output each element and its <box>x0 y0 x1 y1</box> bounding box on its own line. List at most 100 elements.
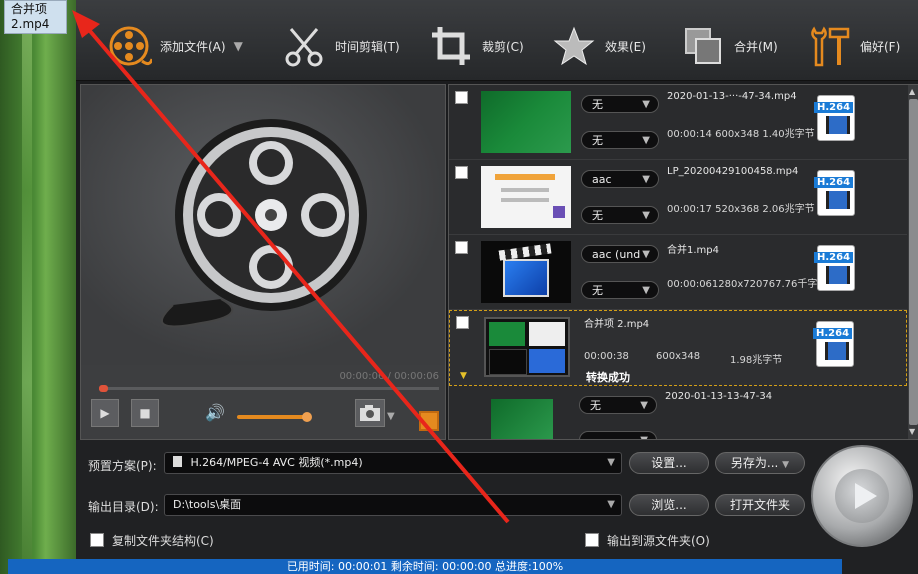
codec-label: H.264 <box>814 252 854 263</box>
preset-label: 预置方案(P): <box>88 459 157 473</box>
file-size: 1.98兆字节 <box>730 355 783 366</box>
effects-button[interactable]: 效果(E) <box>551 22 646 70</box>
add-file-button[interactable]: 添加文件(A) ▼ <box>106 22 243 70</box>
scrollbar-thumb[interactable] <box>909 99 918 425</box>
audio-dropdown[interactable]: aac (und <box>581 245 659 264</box>
file-name: 2020-01-13-···-47-34.mp4 <box>667 91 797 102</box>
save-as-label: 另存为... <box>730 456 779 470</box>
play-icon <box>855 483 877 509</box>
merge-button[interactable]: 合并(M) <box>680 22 778 70</box>
list-item[interactable]: 无 无 2020-01-13-···-47-34.mp4 00:00:14 60… <box>449 85 907 160</box>
video-thumbnail <box>481 241 571 303</box>
file-info: 00:00:17 520x368 2.06兆字节 <box>667 204 815 215</box>
file-name: 合并项 2.mp4 <box>584 319 650 330</box>
audio-dropdown[interactable]: 无 <box>581 95 659 114</box>
list-item[interactable]: aac (und 无 合并1.mp4 00:00:061280x720767.7… <box>449 235 907 310</box>
merge-icon <box>680 23 726 69</box>
playback-time: 00:00:06 / 00:00:06 <box>339 371 439 382</box>
snapshot-button[interactable] <box>355 399 385 427</box>
star-icon <box>551 23 597 69</box>
settings-button[interactable]: 设置... <box>629 452 709 474</box>
list-item[interactable]: 无 2020-01-13-13-47-34 <box>449 387 907 439</box>
codec-badge[interactable]: H.264 <box>814 95 855 141</box>
chevron-down-icon[interactable]: ▼ <box>607 495 615 515</box>
browse-button[interactable]: 浏览... <box>629 494 709 516</box>
crop-label: 裁剪(C) <box>482 39 524 54</box>
list-scrollbar[interactable]: ▲ ▼ <box>908 85 918 439</box>
seek-bar[interactable] <box>99 385 439 392</box>
row-checkbox[interactable] <box>455 166 468 179</box>
toolbar: 添加文件(A) ▼ 时间剪辑(T) 裁剪(C) 效果(E) 合并(M) 偏好(F… <box>76 0 918 81</box>
output-dir-input[interactable]: D:\tools\桌面 ▼ <box>164 494 622 516</box>
copy-structure-label: 复制文件夹结构(C) <box>112 534 214 548</box>
file-name: 合并1.mp4 <box>667 245 719 256</box>
status-bar: 已用时间: 00:00:01 剩余时间: 00:00:00 总进度:100% <box>8 559 842 574</box>
output-to-source-label: 输出到源文件夹(O) <box>607 534 710 548</box>
volume-slider[interactable] <box>237 412 312 422</box>
play-icon: ▶ <box>100 406 110 420</box>
volume-handle[interactable] <box>302 412 312 422</box>
list-item-selected[interactable]: 合并项 2.mp4 00:00:38 600x348 1.98兆字节 转换成功 … <box>449 310 907 386</box>
fullscreen-icon[interactable] <box>419 411 439 431</box>
film-icon <box>826 116 850 134</box>
chevron-down-icon[interactable]: ▼ <box>607 453 615 473</box>
file-name: LP_20200429100458.mp4 <box>667 166 799 177</box>
scroll-down-icon[interactable]: ▼ <box>909 427 915 436</box>
subtitle-dropdown[interactable] <box>579 431 657 439</box>
desktop-background: 合并项 2.mp4 <box>0 0 76 574</box>
trim-label: 时间剪辑(T) <box>335 39 400 54</box>
trim-button[interactable]: 时间剪辑(T) <box>281 22 400 70</box>
row-checkbox[interactable] <box>455 91 468 104</box>
chevron-down-icon[interactable]: ▼ <box>234 39 243 53</box>
preferences-button[interactable]: 偏好(F) <box>806 22 900 70</box>
preview-panel: 00:00:06 / 00:00:06 ▶ ■ 🔊 ▼ <box>80 84 446 440</box>
preview-screen <box>81 85 445 365</box>
codec-badge[interactable]: H.264 <box>813 321 854 367</box>
file-label-line2: 2.mp4 <box>11 17 50 31</box>
subtitle-dropdown[interactable]: 无 <box>581 206 659 225</box>
codec-label: H.264 <box>814 102 854 113</box>
audio-dropdown[interactable]: aac <box>581 170 659 189</box>
save-as-button[interactable]: 另存为... ▼ <box>715 452 805 474</box>
output-settings: 预置方案(P): H.264/MPEG-4 AVC 视频(*.mp4) ▼ 设置… <box>76 440 918 574</box>
codec-label: H.264 <box>813 328 853 339</box>
subtitle-dropdown[interactable]: 无 <box>581 281 659 300</box>
crop-icon <box>428 23 474 69</box>
scroll-up-icon[interactable]: ▲ <box>909 87 915 96</box>
desktop-file-icon[interactable]: 合并项 2.mp4 <box>4 0 67 34</box>
camera-icon <box>360 405 380 421</box>
preferences-label: 偏好(F) <box>860 39 901 54</box>
play-button[interactable]: ▶ <box>91 399 119 427</box>
audio-dropdown[interactable]: 无 <box>579 396 657 415</box>
row-checkbox[interactable] <box>455 241 468 254</box>
effects-label: 效果(E) <box>605 39 646 54</box>
codec-badge[interactable]: H.264 <box>814 245 855 291</box>
open-folder-button[interactable]: 打开文件夹 <box>715 494 805 516</box>
film-icon <box>826 266 850 284</box>
convert-button[interactable] <box>811 445 913 547</box>
preset-select[interactable]: H.264/MPEG-4 AVC 视频(*.mp4) ▼ <box>164 452 622 474</box>
output-dir-value: D:\tools\桌面 <box>173 498 242 511</box>
video-thumbnail <box>484 317 570 377</box>
codec-label: H.264 <box>814 177 854 188</box>
output-to-source-checkbox[interactable] <box>585 533 599 547</box>
scissors-icon <box>281 23 327 69</box>
expand-arrow-icon[interactable]: ▼ <box>460 371 467 381</box>
chevron-down-icon[interactable]: ▼ <box>387 411 395 422</box>
video-file-icon <box>173 456 182 467</box>
merge-label: 合并(M) <box>734 39 778 54</box>
film-reel-icon <box>161 119 367 328</box>
film-icon <box>826 191 850 209</box>
file-label-line1: 合并项 <box>11 2 48 16</box>
codec-badge[interactable]: H.264 <box>814 170 855 216</box>
copy-structure-checkbox[interactable] <box>90 533 104 547</box>
converter-window: 添加文件(A) ▼ 时间剪辑(T) 裁剪(C) 效果(E) 合并(M) 偏好(F… <box>76 0 918 574</box>
list-item[interactable]: aac 无 LP_20200429100458.mp4 00:00:17 520… <box>449 160 907 235</box>
volume-icon[interactable]: 🔊 <box>205 403 225 422</box>
subtitle-dropdown[interactable]: 无 <box>581 131 659 150</box>
stop-button[interactable]: ■ <box>131 399 159 427</box>
row-checkbox[interactable] <box>456 316 469 329</box>
chevron-down-icon: ▼ <box>782 460 790 470</box>
crop-button[interactable]: 裁剪(C) <box>428 22 524 70</box>
tools-icon <box>806 23 852 69</box>
